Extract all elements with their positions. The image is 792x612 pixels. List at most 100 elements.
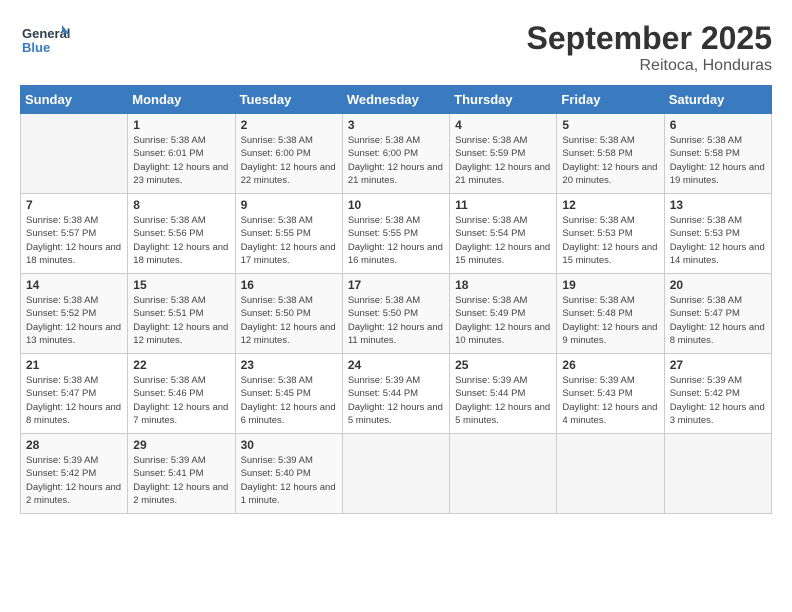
calendar-cell: 24Sunrise: 5:39 AM Sunset: 5:44 PM Dayli… (342, 354, 449, 434)
day-number: 14 (26, 278, 122, 292)
calendar-cell (664, 434, 771, 514)
day-number: 16 (241, 278, 337, 292)
day-info: Sunrise: 5:39 AM Sunset: 5:42 PM Dayligh… (670, 374, 766, 427)
day-number: 8 (133, 198, 229, 212)
day-info: Sunrise: 5:38 AM Sunset: 5:47 PM Dayligh… (670, 294, 766, 347)
calendar-cell: 12Sunrise: 5:38 AM Sunset: 5:53 PM Dayli… (557, 194, 664, 274)
day-info: Sunrise: 5:38 AM Sunset: 5:49 PM Dayligh… (455, 294, 551, 347)
calendar-cell: 15 Sunrise: 5:38 AM Sunset: 5:51 PM Dayli… (128, 274, 235, 354)
calendar-cell: 25Sunrise: 5:39 AM Sunset: 5:44 PM Dayli… (450, 354, 557, 434)
calendar-cell: 28 Sunrise: 5:39 AM Sunset: 5:42 PM Dayli… (21, 434, 128, 514)
calendar-week-row: 7 Sunrise: 5:38 AM Sunset: 5:57 PM Daylig… (21, 194, 772, 274)
calendar-cell: 23Sunrise: 5:38 AM Sunset: 5:45 PM Dayli… (235, 354, 342, 434)
day-number: 3 (348, 118, 444, 132)
day-info: Sunrise: 5:38 AM Sunset: 5:52 PM Dayligh… (26, 294, 122, 347)
calendar-cell: 22Sunrise: 5:38 AM Sunset: 5:46 PM Dayli… (128, 354, 235, 434)
day-info: Sunrise: 5:38 AM Sunset: 5:55 PM Dayligh… (348, 214, 444, 267)
day-header-thursday: Thursday (450, 86, 557, 114)
calendar-cell: 18 Sunrise: 5:38 AM Sunset: 5:49 PM Dayli… (450, 274, 557, 354)
day-info: Sunrise: 5:38 AM Sunset: 5:55 PM Dayligh… (241, 214, 337, 267)
day-number: 27 (670, 358, 766, 372)
day-info: Sunrise: 5:38 AM Sunset: 5:47 PM Dayligh… (26, 374, 122, 427)
day-number: 7 (26, 198, 122, 212)
calendar-cell: 20 Sunrise: 5:38 AM Sunset: 5:47 PM Dayli… (664, 274, 771, 354)
calendar-week-row: 1 Sunrise: 5:38 AM Sunset: 6:01 PM Daylig… (21, 114, 772, 194)
calendar-cell: 1 Sunrise: 5:38 AM Sunset: 6:01 PM Daylig… (128, 114, 235, 194)
calendar-cell (450, 434, 557, 514)
calendar-cell: 21 Sunrise: 5:38 AM Sunset: 5:47 PM Dayli… (21, 354, 128, 434)
day-number: 20 (670, 278, 766, 292)
calendar-table: SundayMondayTuesdayWednesdayThursdayFrid… (20, 85, 772, 514)
day-number: 19 (562, 278, 658, 292)
page-header: General Blue September 2025 Reitoca, Hon… (20, 20, 772, 75)
day-number: 26 (562, 358, 658, 372)
calendar-cell: 6 Sunrise: 5:38 AM Sunset: 5:58 PM Daylig… (664, 114, 771, 194)
calendar-cell: 10 Sunrise: 5:38 AM Sunset: 5:55 PM Dayli… (342, 194, 449, 274)
day-info: Sunrise: 5:38 AM Sunset: 5:53 PM Dayligh… (670, 214, 766, 267)
day-number: 11 (455, 198, 551, 212)
calendar-cell: 13 Sunrise: 5:38 AM Sunset: 5:53 PM Dayli… (664, 194, 771, 274)
day-info: Sunrise: 5:38 AM Sunset: 5:48 PM Dayligh… (562, 294, 658, 347)
day-info: Sunrise: 5:39 AM Sunset: 5:43 PM Dayligh… (562, 374, 658, 427)
day-info: Sunrise: 5:38 AM Sunset: 5:51 PM Dayligh… (133, 294, 229, 347)
calendar-cell (557, 434, 664, 514)
calendar-cell (21, 114, 128, 194)
day-number: 13 (670, 198, 766, 212)
day-header-monday: Monday (128, 86, 235, 114)
day-info: Sunrise: 5:38 AM Sunset: 5:57 PM Dayligh… (26, 214, 122, 267)
calendar-cell: 3 Sunrise: 5:38 AM Sunset: 6:00 PM Daylig… (342, 114, 449, 194)
day-header-tuesday: Tuesday (235, 86, 342, 114)
day-number: 5 (562, 118, 658, 132)
location-subtitle: Reitoca, Honduras (527, 57, 772, 75)
day-info: Sunrise: 5:38 AM Sunset: 5:50 PM Dayligh… (348, 294, 444, 347)
day-number: 2 (241, 118, 337, 132)
day-header-wednesday: Wednesday (342, 86, 449, 114)
day-number: 9 (241, 198, 337, 212)
day-info: Sunrise: 5:38 AM Sunset: 5:58 PM Dayligh… (562, 134, 658, 187)
day-info: Sunrise: 5:38 AM Sunset: 5:50 PM Dayligh… (241, 294, 337, 347)
calendar-week-row: 28 Sunrise: 5:39 AM Sunset: 5:42 PM Dayli… (21, 434, 772, 514)
calendar-cell: 5 Sunrise: 5:38 AM Sunset: 5:58 PM Daylig… (557, 114, 664, 194)
calendar-cell: 17 Sunrise: 5:38 AM Sunset: 5:50 PM Dayli… (342, 274, 449, 354)
day-number: 10 (348, 198, 444, 212)
calendar-cell: 9 Sunrise: 5:38 AM Sunset: 5:55 PM Daylig… (235, 194, 342, 274)
svg-text:Blue: Blue (22, 40, 50, 55)
calendar-cell: 16 Sunrise: 5:38 AM Sunset: 5:50 PM Dayli… (235, 274, 342, 354)
day-info: Sunrise: 5:38 AM Sunset: 6:01 PM Dayligh… (133, 134, 229, 187)
day-number: 23 (241, 358, 337, 372)
day-info: Sunrise: 5:38 AM Sunset: 5:58 PM Dayligh… (670, 134, 766, 187)
day-number: 30 (241, 438, 337, 452)
day-info: Sunrise: 5:38 AM Sunset: 5:53 PM Dayligh… (562, 214, 658, 267)
day-info: Sunrise: 5:38 AM Sunset: 6:00 PM Dayligh… (241, 134, 337, 187)
day-info: Sunrise: 5:39 AM Sunset: 5:44 PM Dayligh… (348, 374, 444, 427)
calendar-week-row: 21 Sunrise: 5:38 AM Sunset: 5:47 PM Dayli… (21, 354, 772, 434)
day-info: Sunrise: 5:38 AM Sunset: 5:56 PM Dayligh… (133, 214, 229, 267)
month-title: September 2025 (527, 20, 772, 57)
calendar-cell: 11Sunrise: 5:38 AM Sunset: 5:54 PM Dayli… (450, 194, 557, 274)
calendar-cell: 14 Sunrise: 5:38 AM Sunset: 5:52 PM Dayli… (21, 274, 128, 354)
day-info: Sunrise: 5:39 AM Sunset: 5:40 PM Dayligh… (241, 454, 337, 507)
calendar-cell: 26 Sunrise: 5:39 AM Sunset: 5:43 PM Dayli… (557, 354, 664, 434)
calendar-cell: 19 Sunrise: 5:38 AM Sunset: 5:48 PM Dayli… (557, 274, 664, 354)
day-number: 1 (133, 118, 229, 132)
day-info: Sunrise: 5:38 AM Sunset: 5:46 PM Dayligh… (133, 374, 229, 427)
day-info: Sunrise: 5:38 AM Sunset: 5:59 PM Dayligh… (455, 134, 551, 187)
day-info: Sunrise: 5:39 AM Sunset: 5:42 PM Dayligh… (26, 454, 122, 507)
calendar-header-row: SundayMondayTuesdayWednesdayThursdayFrid… (21, 86, 772, 114)
day-info: Sunrise: 5:39 AM Sunset: 5:41 PM Dayligh… (133, 454, 229, 507)
day-number: 15 (133, 278, 229, 292)
day-number: 29 (133, 438, 229, 452)
day-number: 18 (455, 278, 551, 292)
calendar-cell: 2 Sunrise: 5:38 AM Sunset: 6:00 PM Daylig… (235, 114, 342, 194)
calendar-cell (342, 434, 449, 514)
day-header-friday: Friday (557, 86, 664, 114)
day-number: 6 (670, 118, 766, 132)
day-number: 17 (348, 278, 444, 292)
day-header-saturday: Saturday (664, 86, 771, 114)
calendar-cell: 7 Sunrise: 5:38 AM Sunset: 5:57 PM Daylig… (21, 194, 128, 274)
day-number: 28 (26, 438, 122, 452)
logo-icon: General Blue (20, 20, 70, 60)
calendar-week-row: 14 Sunrise: 5:38 AM Sunset: 5:52 PM Dayli… (21, 274, 772, 354)
day-info: Sunrise: 5:38 AM Sunset: 6:00 PM Dayligh… (348, 134, 444, 187)
day-number: 21 (26, 358, 122, 372)
